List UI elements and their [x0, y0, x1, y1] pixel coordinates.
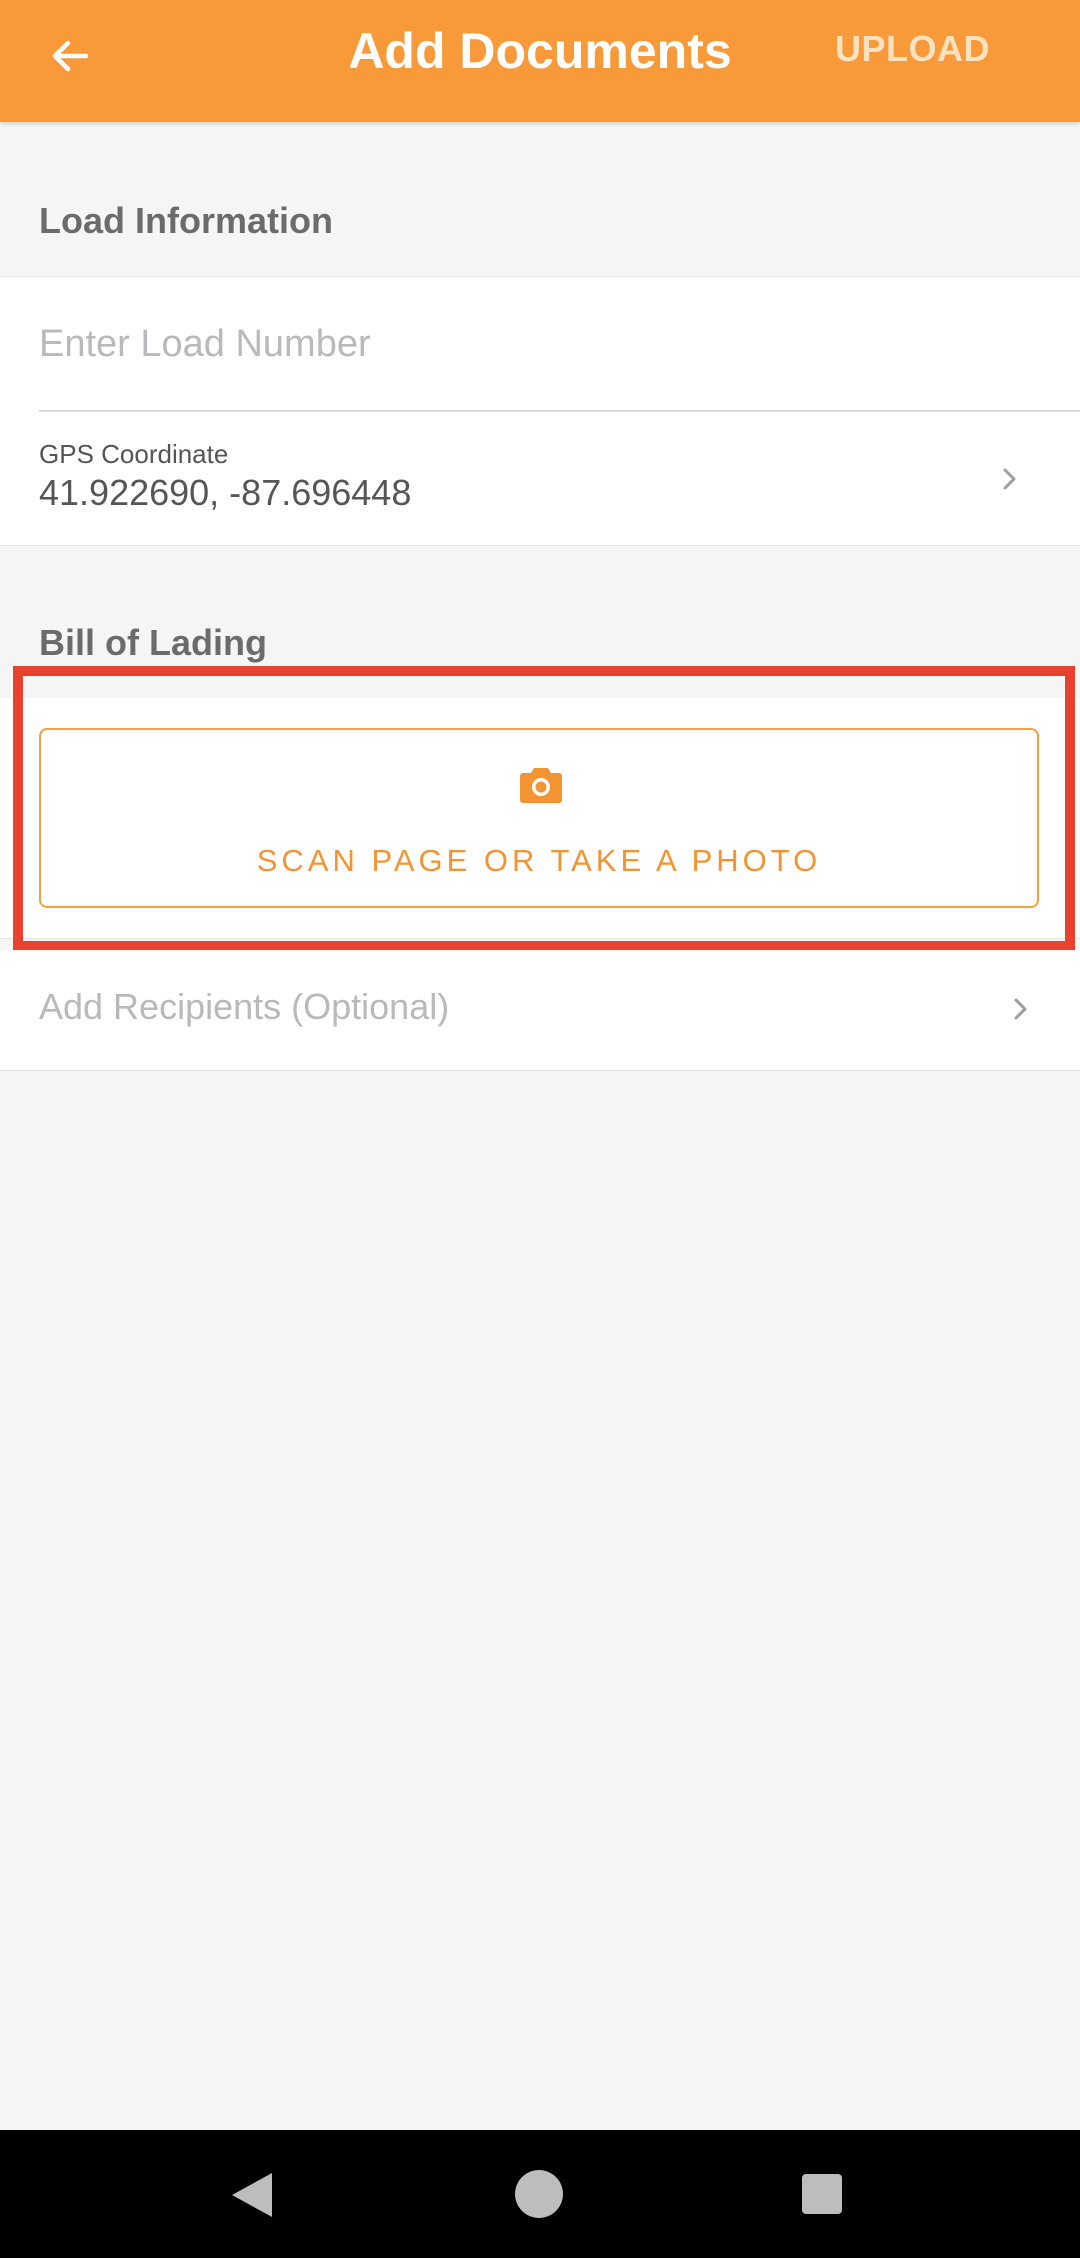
- upload-button[interactable]: UPLOAD: [835, 26, 990, 72]
- load-number-input[interactable]: [39, 277, 1039, 411]
- nav-back-icon[interactable]: [232, 2173, 272, 2217]
- bill-of-lading-header: Bill of Lading: [39, 622, 267, 663]
- gps-coordinate-value: 41.922690, -87.696448: [39, 472, 412, 513]
- chevron-right-icon: [1006, 994, 1036, 1024]
- load-information-card: GPS Coordinate 41.922690, -87.696448: [0, 276, 1080, 546]
- load-information-header: Load Information: [39, 200, 333, 241]
- highlight-box: [13, 666, 1075, 951]
- add-recipients-label: Add Recipients (Optional): [39, 986, 450, 1027]
- system-nav-bar: [0, 2130, 1080, 2258]
- gps-coordinate-label: GPS Coordinate: [39, 439, 229, 469]
- nav-recents-icon[interactable]: [802, 2174, 842, 2214]
- chevron-right-icon: [995, 464, 1025, 494]
- app-bar: Add Documents UPLOAD: [0, 0, 1080, 122]
- nav-home-icon[interactable]: [515, 2170, 563, 2218]
- add-recipients-row[interactable]: Add Recipients (Optional): [0, 950, 1080, 1071]
- gps-coordinate-row[interactable]: GPS Coordinate 41.922690, -87.696448: [0, 412, 1080, 545]
